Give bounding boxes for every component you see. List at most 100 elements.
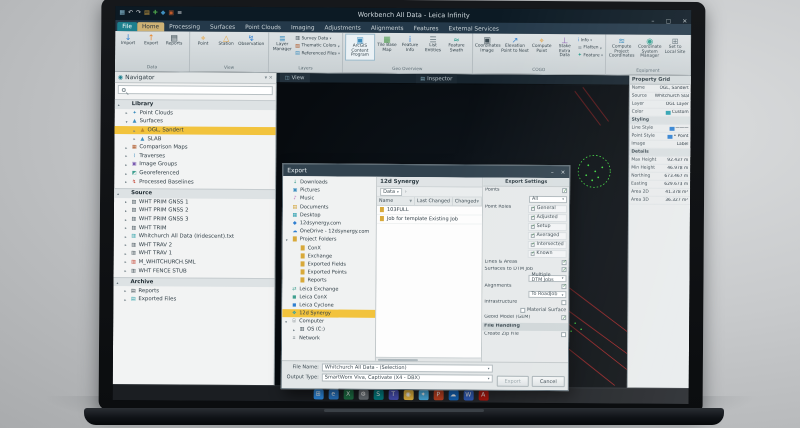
ribbon-small-button[interactable]: ▤ Referenced Files ▾: [295, 50, 340, 56]
viewport-tab[interactable]: ◫ View: [280, 73, 310, 82]
folder-tree-item[interactable]: ⌗ Network: [282, 334, 375, 343]
export-button[interactable]: Export: [496, 376, 528, 387]
expander-icon[interactable]: ▴: [116, 280, 120, 285]
navigator-search-input[interactable]: [118, 85, 273, 95]
expander-icon[interactable]: ▾: [126, 119, 130, 124]
filter-icon[interactable]: ▼: [409, 199, 412, 203]
quick-access-icon[interactable]: ▦: [119, 10, 125, 16]
ribbon-button[interactable]: i Feature Info: [399, 34, 421, 61]
edge-icon[interactable]: e: [328, 389, 338, 399]
expander-icon[interactable]: ▸: [125, 217, 129, 222]
export-setting-row[interactable]: Point Roles ▾: [483, 203, 569, 259]
maximize-button[interactable]: ▢: [665, 17, 671, 24]
checkbox[interactable]: [531, 224, 535, 228]
expander-icon[interactable]: ▸: [125, 153, 129, 158]
column-header[interactable]: Changed▼: [453, 197, 482, 205]
column-header[interactable]: Last Changed By▼: [415, 197, 453, 205]
ribbon-button[interactable]: ⊥ Stake Extra Data: [554, 35, 576, 60]
ribbon-small-button[interactable]: ▧ Thematic Colors ▾: [295, 43, 340, 49]
quick-access-icon[interactable]: ▣: [168, 10, 174, 16]
checkbox[interactable]: [562, 260, 567, 265]
filter-icon[interactable]: ▼: [476, 200, 479, 204]
navigator-pin-icon[interactable]: ▾ ✕: [265, 75, 273, 81]
ribbon-button[interactable]: ◉ Coordinate System Manager: [636, 36, 663, 61]
expander-icon[interactable]: ▾: [286, 237, 290, 242]
file-row[interactable]: ▇ Job for template Existing Job: [377, 215, 482, 225]
ribbon-button[interactable]: ⌖ Point: [192, 33, 214, 49]
ribbon-tab[interactable]: Home: [137, 22, 164, 31]
checkbox[interactable]: [530, 242, 534, 246]
property-row[interactable]: Area 3D 36.327 m²: [629, 197, 690, 205]
ribbon-tab[interactable]: File: [117, 22, 137, 31]
expander-icon[interactable]: ▸: [293, 327, 297, 332]
dialog-close-button[interactable]: ✕: [561, 170, 566, 176]
horizontal-scrollbar[interactable]: [376, 357, 481, 362]
ribbon-button[interactable]: ☰ List Entities: [422, 34, 444, 61]
checkbox[interactable]: [530, 251, 534, 255]
checkbox[interactable]: [531, 233, 535, 237]
quick-access-icon[interactable]: ↷: [136, 10, 141, 16]
export-setting-row[interactable]: Geoid Model (GEM) ▾: [482, 314, 568, 322]
ribbon-button[interactable]: ▣ Coordinates Image: [475, 35, 500, 60]
chrome-icon[interactable]: ◉: [403, 390, 413, 400]
ribbon-tab[interactable]: Point Clouds: [240, 23, 286, 32]
photos-icon[interactable]: ✦: [418, 390, 428, 400]
sharepoint-icon[interactable]: S: [373, 389, 383, 399]
expander-icon[interactable]: ▸: [126, 110, 130, 115]
checkbox[interactable]: [562, 188, 567, 193]
expander-icon[interactable]: ▸: [125, 145, 129, 150]
excel-icon[interactable]: X: [343, 389, 353, 399]
cancel-button[interactable]: Cancel: [532, 376, 565, 387]
ribbon-button[interactable]: ⌖ Compute Point: [531, 35, 553, 60]
viewport-tab[interactable]: ▤ Inspector: [415, 74, 457, 83]
word-icon[interactable]: W: [463, 390, 473, 400]
checkbox[interactable]: [531, 215, 535, 219]
point-role-item[interactable]: Setup: [528, 222, 567, 230]
point-role-item[interactable]: Intersected: [527, 240, 566, 248]
file-name-input[interactable]: Whitchurch All Data - (Selection)▾: [322, 363, 493, 372]
ribbon-tab[interactable]: Imaging: [286, 23, 320, 32]
powerpoint-icon[interactable]: P: [433, 390, 443, 400]
ribbon-button[interactable]: ≈ Feature Swath: [445, 34, 468, 61]
ribbon-button[interactable]: ↓ Import: [117, 32, 139, 48]
expander-icon[interactable]: ▸: [125, 242, 129, 247]
column-header[interactable]: Name▼: [377, 197, 415, 205]
ribbon-button[interactable]: ↯ Observation: [238, 33, 264, 49]
settings-icon[interactable]: ⚙: [358, 389, 368, 399]
ribbon-button[interactable]: ▣ ArcGIS Content Program: [345, 34, 375, 61]
teams-icon[interactable]: T: [388, 389, 398, 399]
expander-icon[interactable]: ▸: [125, 208, 129, 213]
expander-icon[interactable]: ▸: [124, 288, 128, 293]
expander-icon[interactable]: ▸: [134, 128, 138, 133]
expander-icon[interactable]: ▸: [125, 171, 129, 176]
ribbon-small-button[interactable]: ✦ Feature ▾: [578, 52, 603, 58]
ribbon-small-button[interactable]: ≡ Flatten ▾: [578, 45, 603, 51]
dropdown[interactable]: Multiple DTM Jobs▾: [528, 274, 566, 281]
ribbon-small-button[interactable]: ▥ Survey Data ▾: [295, 35, 340, 41]
ribbon-tab[interactable]: Surfaces: [205, 23, 240, 32]
expander-icon[interactable]: ▸: [125, 225, 129, 230]
ribbon-button[interactable]: ≣ Layer Manager: [271, 33, 293, 53]
navigator-tree-item[interactable]: ▸ ▥ WHT FENCE STUB: [114, 266, 275, 276]
ribbon-small-button[interactable]: i Info ▾: [578, 37, 603, 43]
point-role-item[interactable]: Averaged: [528, 231, 567, 239]
ribbon-tab[interactable]: Adjustments: [320, 23, 366, 32]
expander-icon[interactable]: ▸: [125, 268, 129, 273]
ribbon-button[interactable]: ▤ Reports: [163, 32, 185, 48]
expander-icon[interactable]: ▸: [125, 179, 129, 184]
checkbox[interactable]: [531, 206, 535, 210]
checkbox[interactable]: [561, 332, 566, 337]
minimize-button[interactable]: –: [651, 17, 654, 24]
ribbon-tab[interactable]: External Services: [443, 24, 503, 33]
checkbox[interactable]: [561, 315, 566, 320]
expander-icon[interactable]: ▴: [118, 102, 122, 107]
sub-checkbox[interactable]: Material Surface: [520, 308, 566, 313]
output-type-dropdown[interactable]: SmartWorx Viva, Captivate (X4 - DBX)▾: [322, 373, 493, 382]
ribbon-button[interactable]: ↑ Export: [140, 32, 162, 48]
ribbon-tab[interactable]: Alignments: [366, 24, 409, 33]
checkbox[interactable]: [562, 267, 567, 272]
navigator-tree-item[interactable]: ▸ ▤ Exported Files: [113, 295, 274, 305]
quick-access-icon[interactable]: ↶: [128, 10, 133, 16]
quick-access-icon[interactable]: ▤: [144, 10, 150, 16]
ribbon-tab[interactable]: Processing: [164, 22, 205, 31]
